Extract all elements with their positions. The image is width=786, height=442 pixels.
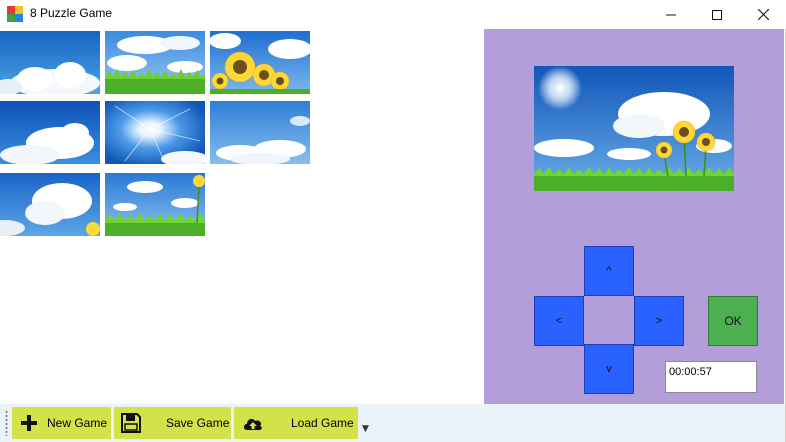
puzzle-tile-2[interactable] xyxy=(105,31,205,94)
move-down-button[interactable]: v xyxy=(584,344,634,394)
puzzle-tile-7[interactable] xyxy=(0,173,100,236)
save-game-label: Save Game xyxy=(166,416,230,430)
new-game-button[interactable]: New Game xyxy=(12,407,111,439)
toolbar-overflow-icon[interactable]: ▼ xyxy=(362,424,369,434)
minimize-icon xyxy=(666,14,676,15)
title-bar[interactable]: 8 Puzzle Game xyxy=(0,0,786,29)
puzzle-tile-4[interactable] xyxy=(0,101,100,164)
puzzle-tile-6[interactable] xyxy=(210,101,310,164)
new-game-label: New Game xyxy=(47,416,108,430)
puzzle-tile-8[interactable] xyxy=(105,173,205,236)
cloud-upload-icon xyxy=(244,418,262,430)
puzzle-tile-5[interactable] xyxy=(105,101,205,164)
save-game-button[interactable]: Save Game xyxy=(114,407,231,439)
minimize-button[interactable] xyxy=(648,0,694,29)
window-title: 8 Puzzle Game xyxy=(30,6,113,20)
plus-icon xyxy=(21,415,37,431)
load-game-button[interactable]: Load Game xyxy=(234,407,358,439)
move-left-button[interactable]: < xyxy=(534,296,584,346)
bottom-toolbar: New Game Save Game Load Game xyxy=(0,404,785,442)
ok-button[interactable]: OK xyxy=(708,296,758,346)
move-right-button[interactable]: > xyxy=(634,296,684,346)
puzzle-app-icon xyxy=(7,6,23,22)
load-game-label: Load Game xyxy=(291,416,354,430)
timer-display: 00:00:57 xyxy=(665,361,757,393)
close-button[interactable] xyxy=(740,0,786,29)
close-icon xyxy=(757,9,769,20)
target-image-preview xyxy=(534,66,734,191)
toolbar-grip[interactable] xyxy=(5,410,8,436)
app-window: 8 Puzzle Game ^ < > v OK 00:00:57 New Ga… xyxy=(0,0,786,442)
control-panel: ^ < > v OK 00:00:57 xyxy=(484,29,784,404)
maximize-button[interactable] xyxy=(694,0,740,29)
floppy-disk-icon xyxy=(121,413,141,433)
move-up-button[interactable]: ^ xyxy=(584,246,634,296)
puzzle-tile-1[interactable] xyxy=(0,31,100,94)
puzzle-tile-3[interactable] xyxy=(210,31,310,94)
maximize-icon xyxy=(712,9,722,20)
